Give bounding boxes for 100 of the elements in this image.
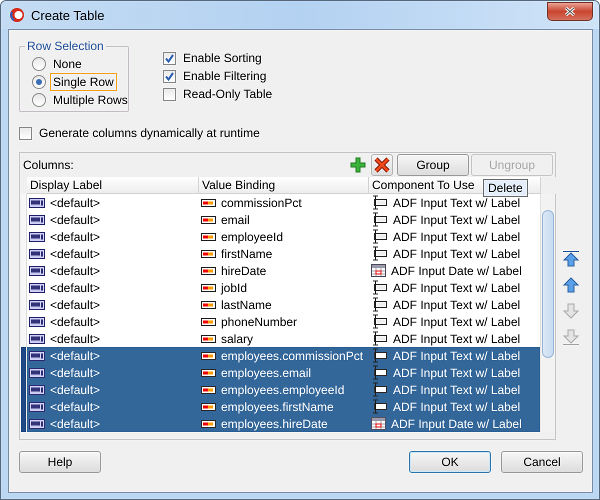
- label-icon: [29, 266, 45, 276]
- window-title: Create Table: [31, 8, 104, 22]
- scroll-thumb[interactable]: [542, 210, 554, 358]
- table-cell: commissionPct: [221, 196, 302, 210]
- text-field-icon: [371, 331, 388, 346]
- column-header[interactable]: Display Label: [27, 177, 199, 194]
- row-header[interactable]: [21, 347, 27, 364]
- table-cell: ADF Input Text w/ Label: [393, 298, 520, 312]
- radio-label: None: [52, 56, 83, 73]
- checkbox-label: Enable Filtering: [182, 68, 268, 85]
- app-logo-icon: [9, 7, 25, 23]
- table-cell: email: [221, 212, 250, 226]
- row-header[interactable]: [21, 415, 27, 432]
- table-cell: <default>: [50, 382, 100, 396]
- arrow-up-icon: [562, 276, 580, 294]
- table-cell: <default>: [50, 230, 100, 244]
- radio-button[interactable]: [32, 93, 46, 107]
- arrow-top-icon: [562, 250, 580, 268]
- binding-icon: [201, 368, 216, 376]
- table-cell: jobId: [221, 280, 248, 294]
- group-title: Row Selection: [25, 39, 106, 53]
- label-icon: [29, 368, 45, 378]
- table-cell: ADF Input Text w/ Label: [393, 332, 520, 346]
- binding-icon: [201, 420, 216, 428]
- label-icon: [29, 214, 45, 224]
- table-cell: ADF Input Text w/ Label: [393, 212, 520, 226]
- table-cell: <default>: [50, 366, 100, 380]
- table-cell: <default>: [50, 298, 100, 312]
- toolbar-button[interactable]: Group: [397, 154, 469, 176]
- text-field-icon: [371, 399, 388, 414]
- table-cell: hireDate: [221, 264, 266, 278]
- label-icon: [29, 316, 45, 326]
- table-cell: <default>: [50, 246, 100, 260]
- table-cell: lastName: [221, 298, 272, 312]
- table-cell: employeeId: [221, 230, 284, 244]
- table-cell: ADF Input Text w/ Label: [393, 196, 520, 210]
- label-icon: [29, 248, 45, 258]
- checkbox[interactable]: [163, 88, 176, 100]
- label-icon: [29, 282, 45, 292]
- delete-button[interactable]: [371, 154, 393, 176]
- table-cell: firstName: [221, 246, 272, 260]
- table-cell: <default>: [50, 348, 100, 362]
- label-icon: [29, 418, 45, 428]
- help-button[interactable]: Help: [19, 451, 101, 473]
- table-cell: ADF Input Text w/ Label: [393, 280, 520, 294]
- checkbox-label: Generate columns dynamically at runtime: [38, 125, 261, 142]
- table-cell: phoneNumber: [221, 314, 298, 328]
- radio-button[interactable]: [32, 75, 46, 89]
- text-field-icon: [371, 229, 388, 244]
- table-cell: employees.employeeId: [221, 382, 344, 396]
- ok-button[interactable]: OK: [409, 451, 491, 473]
- table-cell: ADF Input Text w/ Label: [393, 382, 520, 396]
- checkbox-label: Enable Sorting: [182, 50, 263, 67]
- table-cell: salary: [221, 332, 254, 346]
- cancel-button[interactable]: Cancel: [501, 451, 583, 473]
- table-cell: ADF Input Text w/ Label: [393, 348, 520, 362]
- radio-button[interactable]: [32, 57, 46, 71]
- column-header[interactable]: Value Binding: [199, 177, 369, 194]
- radio-label: Single Row: [50, 73, 117, 91]
- table-cell: employees.email: [221, 366, 312, 380]
- text-field-icon: [371, 280, 388, 295]
- label-icon: [29, 402, 45, 412]
- table-cell: <default>: [50, 416, 100, 430]
- table-cell: ADF Input Date w/ Label: [391, 416, 522, 430]
- binding-icon: [201, 402, 216, 410]
- label-icon: [29, 384, 45, 394]
- label-icon: [29, 300, 45, 310]
- table-cell: ADF Input Text w/ Label: [393, 366, 520, 380]
- table-cell: <default>: [50, 280, 100, 294]
- binding-icon: [201, 352, 216, 360]
- plus-icon: [350, 157, 366, 173]
- checkbox[interactable]: [19, 126, 32, 140]
- table-cell: ADF Input Text w/ Label: [393, 400, 520, 414]
- table-cell: employees.commissionPct: [221, 348, 364, 362]
- columns-label: Columns:: [23, 158, 74, 172]
- label-icon: [29, 232, 45, 242]
- calendar-icon: [371, 417, 386, 430]
- text-field-icon: [371, 195, 388, 210]
- checkbox[interactable]: [163, 52, 176, 64]
- radio-label: Multiple Rows: [52, 92, 129, 109]
- table-cell: <default>: [50, 314, 100, 328]
- arrow-down-icon: [562, 302, 580, 320]
- table-cell: ADF Input Text w/ Label: [393, 246, 520, 260]
- binding-icon: [201, 386, 216, 394]
- label-icon: [29, 198, 45, 208]
- label-icon: [29, 334, 45, 344]
- checkbox[interactable]: [163, 70, 176, 82]
- close-button[interactable]: [547, 2, 593, 20]
- table-cell: <default>: [50, 212, 100, 226]
- text-field-icon: [371, 297, 388, 312]
- text-field-icon: [371, 365, 388, 380]
- table-cell: ADF Input Date w/ Label: [391, 264, 522, 278]
- label-icon: [29, 350, 45, 360]
- arrow-bottom-icon: [562, 328, 580, 346]
- delete-icon: [374, 157, 390, 173]
- table-cell: employees.hireDate: [221, 416, 328, 430]
- text-field-icon: [371, 382, 388, 397]
- table-cell: <default>: [50, 196, 100, 210]
- tooltip: Delete: [483, 179, 528, 197]
- close-icon: [564, 6, 576, 16]
